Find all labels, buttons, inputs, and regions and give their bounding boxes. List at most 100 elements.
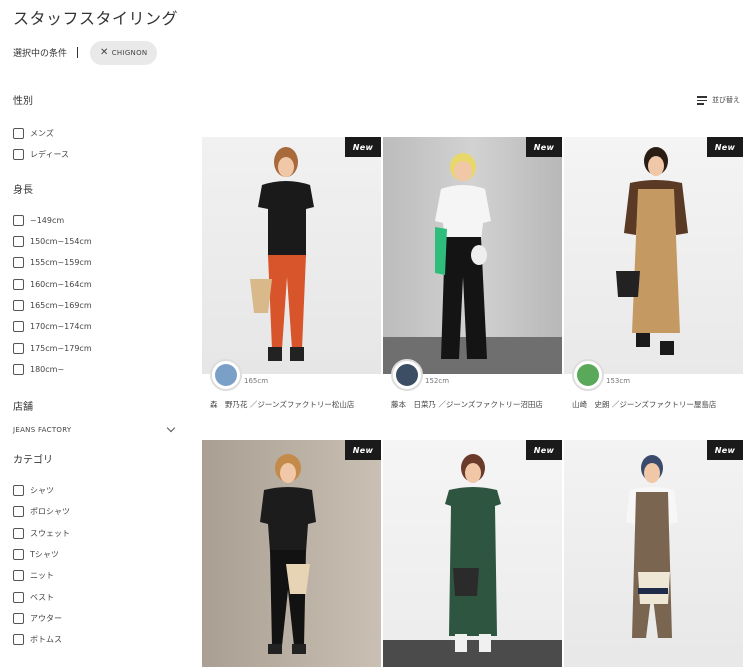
avatar[interactable] [572, 359, 604, 391]
checkbox[interactable] [13, 485, 24, 497]
option-label: ~149cm [30, 215, 65, 225]
checkbox[interactable] [13, 591, 24, 603]
new-badge: New [707, 440, 743, 460]
conditions-label: 選択中の条件 [13, 49, 68, 59]
checkbox[interactable] [13, 299, 24, 311]
sort-icon [697, 95, 709, 105]
checkbox[interactable] [13, 236, 24, 248]
styling-card[interactable]: New 165cm 森 野乃花 ／ジーンズファクトリー松山店 [202, 137, 381, 409]
checkbox[interactable] [13, 149, 24, 161]
filter-title-height: 身長 [13, 184, 33, 196]
checkbox[interactable] [13, 612, 24, 624]
filter-option-height[interactable]: 165cm~169cm [13, 295, 183, 316]
new-badge: New [707, 137, 743, 157]
styling-card[interactable]: New [383, 440, 562, 667]
conditions-divider [77, 47, 79, 58]
styling-photo-figure [383, 454, 562, 667]
option-label: 170cm~174cm [30, 322, 92, 332]
filter-option-category[interactable]: アウター [13, 608, 183, 629]
option-label: レディース [30, 150, 70, 160]
styling-card[interactable]: New [564, 440, 743, 667]
checkbox[interactable] [13, 634, 24, 646]
condition-chip-chignon[interactable]: ✕ CHIGNON [90, 40, 158, 65]
checkbox[interactable] [13, 527, 24, 539]
checkbox[interactable] [13, 506, 24, 518]
styling-photo[interactable]: New [383, 440, 562, 667]
sort-button[interactable]: 並び替え [697, 95, 740, 105]
checkbox[interactable] [13, 214, 24, 226]
filter-option-category[interactable]: ボトムス [13, 629, 183, 650]
filter-option-height[interactable]: 170cm~174cm [13, 316, 183, 337]
checkbox[interactable] [13, 128, 24, 140]
checkbox[interactable] [13, 363, 24, 375]
styling-photo[interactable]: New [564, 440, 743, 667]
avatar[interactable] [210, 359, 242, 391]
checkbox[interactable] [13, 549, 24, 560]
new-badge: New [526, 440, 562, 460]
filter-option-category[interactable]: スウェット [13, 523, 183, 544]
option-label: ボトムス [30, 635, 62, 645]
option-label: メンズ [30, 129, 54, 139]
styling-card[interactable]: New [202, 440, 381, 667]
avatar[interactable] [391, 359, 423, 391]
option-label: Tシャツ [30, 550, 59, 559]
new-badge: New [526, 137, 562, 157]
checkbox[interactable] [13, 278, 24, 290]
option-label: 150cm~154cm [30, 237, 92, 247]
staff-height: 165cm [244, 377, 269, 385]
filter-option-height[interactable]: 175cm~179cm [13, 337, 183, 358]
staff-height: 152cm [425, 377, 450, 385]
option-label: 175cm~179cm [30, 343, 92, 353]
store-selected-value: JEANS FACTORY [13, 425, 72, 434]
filter-option-mens[interactable]: メンズ [13, 123, 183, 144]
styling-photo[interactable]: New [202, 137, 381, 374]
option-label: ニット [30, 571, 54, 581]
filter-option-category[interactable]: Tシャツ [13, 544, 183, 565]
filter-option-height[interactable]: 150cm~154cm [13, 231, 183, 252]
styling-photo-figure [260, 454, 316, 654]
styling-photo-figure [626, 455, 678, 638]
option-label: 155cm~159cm [30, 258, 92, 268]
filter-option-height[interactable]: 155cm~159cm [13, 252, 183, 273]
checkbox[interactable] [13, 342, 24, 354]
styling-photo[interactable]: New [202, 440, 381, 667]
styling-photo-figure [250, 147, 314, 361]
styling-photo-figure [383, 153, 562, 374]
option-label: スウェット [30, 528, 70, 538]
new-badge: New [345, 137, 381, 157]
styling-photo-figure [616, 147, 688, 355]
filter-option-ladies[interactable]: レディース [13, 144, 183, 165]
option-label: アウター [30, 613, 62, 623]
filter-option-height[interactable]: 180cm~ [13, 359, 183, 380]
page-title: スタッフスタイリング [13, 9, 179, 28]
new-badge: New [345, 440, 381, 460]
styling-photo[interactable]: New [564, 137, 743, 374]
close-icon[interactable]: ✕ [100, 47, 109, 58]
filter-option-category[interactable]: ニット [13, 565, 183, 586]
staff-name-store[interactable]: 山崎 史朗 ／ジーンズファクトリー屋島店 [572, 397, 742, 412]
filter-option-category[interactable]: ポロシャツ [13, 501, 183, 522]
sort-label: 並び替え [712, 96, 740, 104]
styling-photo[interactable]: New [383, 137, 562, 374]
option-label: ベスト [30, 592, 55, 602]
filter-title-gender: 性別 [13, 96, 33, 107]
staff-height: 153cm [606, 377, 631, 385]
filter-title-category: カテゴリ [13, 454, 53, 466]
filter-option-category[interactable]: シャツ [13, 480, 183, 501]
store-select[interactable]: JEANS FACTORY [13, 423, 176, 437]
option-label: シャツ [30, 486, 54, 496]
filter-option-height[interactable]: 160cm~164cm [13, 273, 183, 294]
staff-name-store[interactable]: 藤本 日菜乃 ／ジーンズファクトリー沼田店 [391, 397, 561, 412]
selected-conditions: 選択中の条件 ✕ CHIGNON [13, 40, 158, 65]
checkbox[interactable] [13, 570, 24, 582]
checkbox[interactable] [13, 257, 24, 269]
styling-card[interactable]: New 152cm 藤本 日菜乃 ／ジーンズファクトリー沼田店 [383, 137, 562, 409]
option-label: ポロシャツ [30, 507, 70, 517]
checkbox[interactable] [13, 321, 24, 333]
filter-option-category[interactable]: ベスト [13, 586, 183, 607]
option-label: 165cm~169cm [30, 300, 92, 310]
option-label: 180cm~ [30, 364, 65, 374]
styling-card[interactable]: New 153cm 山崎 史朗 ／ジーンズファクトリー屋島店 [564, 137, 743, 409]
staff-name-store[interactable]: 森 野乃花 ／ジーンズファクトリー松山店 [210, 397, 380, 412]
filter-option-height[interactable]: ~149cm [13, 210, 183, 231]
